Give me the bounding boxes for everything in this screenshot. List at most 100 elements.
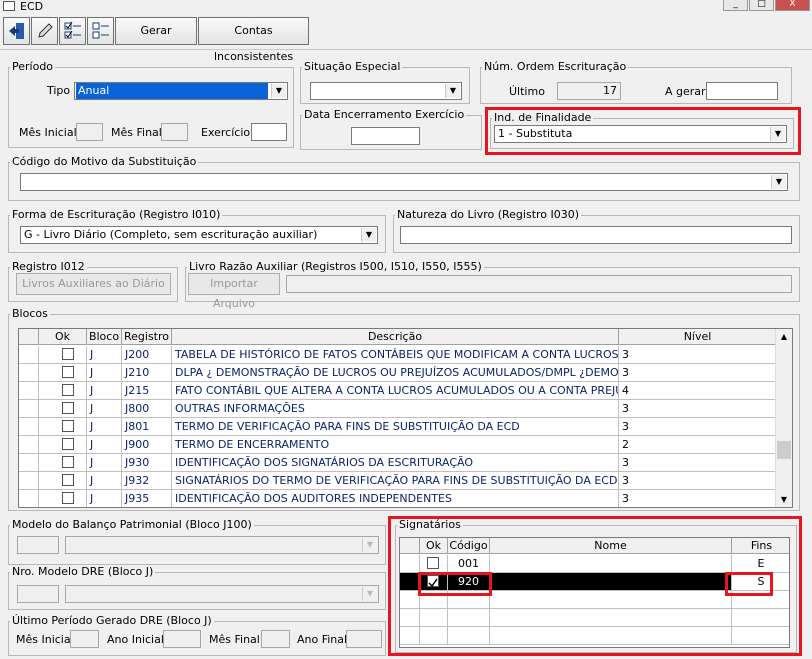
table-row[interactable]: J J930 IDENTIFICAÇÃO DOS SIGNATÁRIOS DA ES…: [19, 454, 776, 472]
ok-checkbox[interactable]: [62, 366, 74, 378]
mes-final-label: Mês Final: [111, 126, 162, 139]
row-indicator: [19, 454, 39, 471]
importar-arquivo-button[interactable]: Importar Arquivo: [188, 273, 280, 310]
mes-inicial-label: Mês Inicial: [19, 126, 77, 139]
row-indicator: [19, 418, 39, 435]
window-title: ECD: [20, 0, 44, 13]
descricao-cell: IDENTIFICAÇÃO DOS AUDITORES INDEPENDENTE…: [172, 490, 619, 507]
highlight-selected-fins: [725, 572, 773, 596]
livros-auxiliares-button[interactable]: Livros Auxiliares ao Diário: [16, 273, 171, 295]
descricao-cell: SIGNATÁRIOS DO TERMO DE VERIFICAÇÃO PARA…: [172, 472, 619, 489]
blocos-legend: Blocos: [12, 307, 48, 320]
modelo-dre-legend: Nro. Modelo DRE (Bloco J): [12, 565, 154, 578]
up-mes-inicial-label: Mês Inicial: [16, 633, 74, 646]
ok-cell[interactable]: [39, 490, 87, 507]
modelo-dre-select: ▼: [65, 585, 379, 603]
ok-cell[interactable]: [39, 364, 87, 381]
up-mes-inicial-field: [70, 630, 99, 648]
minimize-button[interactable]: _: [723, 0, 748, 11]
table-row[interactable]: J J801 TERMO DE VERIFICAÇÃO PARA FINS DE S…: [19, 418, 776, 436]
check-all-icon: [64, 21, 81, 39]
row-indicator: [19, 346, 39, 363]
close-button[interactable]: X: [775, 0, 810, 11]
row-indicator: [19, 400, 39, 417]
registro-cell: J210: [122, 364, 172, 381]
table-row[interactable]: J J215 FATO CONTÁBIL QUE ALTERA A CONTA LU…: [19, 382, 776, 400]
registro-cell: J801: [122, 418, 172, 435]
table-row[interactable]: J J210 DLPA ¿ DEMONSTRAÇÃO DE LUCROS OU PR…: [19, 364, 776, 382]
exercicio-label: Exercício: [201, 126, 251, 139]
bloco-cell: J: [87, 472, 122, 489]
livro-razao-path-field: [286, 275, 792, 293]
ok-checkbox[interactable]: [62, 348, 74, 360]
header-ok: Ok: [39, 329, 87, 345]
unselect-all-button[interactable]: [87, 17, 114, 45]
situacao-select[interactable]: ▼: [310, 82, 462, 100]
contas-inconsistentes-button[interactable]: Contas Inconsistentes: [198, 17, 309, 63]
edit-button[interactable]: [31, 17, 58, 45]
mes-final-field[interactable]: [161, 123, 188, 141]
codigo-motivo-select[interactable]: ▼: [20, 173, 788, 191]
bloco-cell: J: [87, 490, 122, 507]
table-row[interactable]: J J800 OUTRAS INFORMAÇÕES 3: [19, 400, 776, 418]
up-mes-final-label: Mês Final: [209, 633, 260, 646]
natureza-livro-field[interactable]: [400, 226, 792, 244]
tipo-label: Tipo: [47, 84, 71, 97]
ok-cell[interactable]: [39, 454, 87, 471]
scroll-thumb[interactable]: [777, 441, 791, 459]
table-row[interactable]: J J900 TERMO DE ENCERRAMENTO 2: [19, 436, 776, 454]
registro-i012-legend: Registro I012: [12, 260, 85, 273]
ok-cell[interactable]: [39, 418, 87, 435]
ok-cell[interactable]: [39, 436, 87, 453]
livro-razao-legend: Livro Razão Auxiliar (Registros I500, I5…: [189, 260, 482, 273]
registro-cell: J200: [122, 346, 172, 363]
ok-cell[interactable]: [39, 346, 87, 363]
exercicio-field[interactable]: [251, 123, 287, 141]
scroll-up-icon[interactable]: ▲: [776, 329, 792, 344]
agerar-field[interactable]: [706, 82, 778, 100]
gerar-button[interactable]: Gerar: [115, 17, 197, 45]
up-ano-inicial-field: [163, 630, 201, 648]
mes-inicial-field[interactable]: [76, 123, 103, 141]
descricao-cell: TERMO DE VERIFICAÇÃO PARA FINS DE SUBSTI…: [172, 418, 619, 435]
select-all-button[interactable]: [59, 17, 86, 45]
row-indicator: [19, 472, 39, 489]
ok-checkbox[interactable]: [62, 384, 74, 396]
nivel-cell: 3: [619, 346, 776, 363]
descricao-cell: TERMO DE ENCERRAMENTO: [172, 436, 619, 453]
table-row[interactable]: J J932 SIGNATÁRIOS DO TERMO DE VERIFICAÇÃO…: [19, 472, 776, 490]
up-ano-final-field: [346, 630, 382, 648]
blocos-scrollbar[interactable]: ▲ ▼: [775, 329, 792, 507]
forma-escrituracao-select[interactable]: G - Livro Diário (Completo, sem escritur…: [20, 226, 378, 244]
ok-cell[interactable]: [39, 400, 87, 417]
exit-button[interactable]: [3, 17, 30, 45]
tipo-select[interactable]: Anual ▼: [74, 82, 288, 100]
ok-cell[interactable]: [39, 382, 87, 399]
table-row[interactable]: J J935 IDENTIFICAÇÃO DOS AUDITORES INDEPEN…: [19, 490, 776, 507]
ultimo-field: 17: [557, 82, 621, 100]
ok-checkbox[interactable]: [62, 420, 74, 432]
ok-checkbox[interactable]: [62, 456, 74, 468]
ok-checkbox[interactable]: [62, 402, 74, 414]
up-ano-final-label: Ano Final: [297, 633, 348, 646]
scroll-down-icon[interactable]: ▼: [776, 492, 792, 507]
ok-cell[interactable]: [39, 472, 87, 489]
chevron-down-icon: ▼: [445, 84, 460, 98]
nivel-cell: 3: [619, 418, 776, 435]
row-indicator: [19, 490, 39, 507]
ok-checkbox[interactable]: [62, 474, 74, 486]
bloco-cell: J: [87, 382, 122, 399]
header-nivel: Nível: [683, 330, 712, 343]
modelo-balanco-select: ▼: [65, 536, 379, 554]
up-mes-final-field: [261, 630, 290, 648]
ok-checkbox[interactable]: [62, 492, 74, 504]
descricao-cell: IDENTIFICAÇÃO DOS SIGNATÁRIOS DA ESCRITU…: [172, 454, 619, 471]
table-row[interactable]: J J200 TABELA DE HISTÓRICO DE FATOS CONTÁB…: [19, 346, 776, 364]
agerar-label: A gerar: [665, 85, 706, 98]
data-encerramento-field[interactable]: [351, 127, 420, 145]
maximize-button[interactable]: □: [749, 0, 774, 11]
ok-checkbox[interactable]: [62, 438, 74, 450]
modelo-balanco-legend: Modelo do Balanço Patrimonial (Bloco J10…: [12, 518, 252, 531]
title-bar: ECD _ □ X: [0, 0, 812, 14]
registro-cell: J935: [122, 490, 172, 507]
